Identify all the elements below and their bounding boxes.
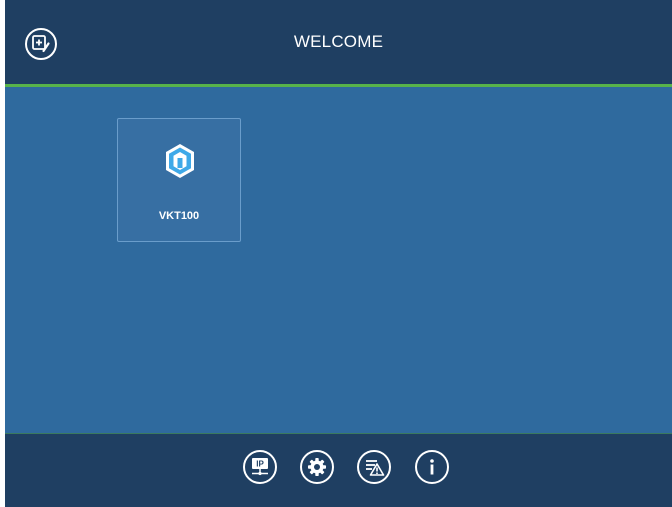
device-label: VKT100 xyxy=(158,210,200,222)
gear-icon xyxy=(308,458,326,476)
device-hexagon-icon xyxy=(166,144,194,178)
info-icon xyxy=(430,459,434,475)
device-card-vkt100[interactable]: VKT100 xyxy=(117,118,241,242)
ip-config-button[interactable]: IP xyxy=(243,450,277,484)
info-button[interactable] xyxy=(415,450,449,484)
alarm-list-icon xyxy=(366,460,385,476)
settings-button[interactable] xyxy=(300,450,334,484)
header-bar: WELCOME xyxy=(5,0,672,84)
footer-toolbar: IP xyxy=(5,434,672,507)
device-area: VKT100 xyxy=(5,87,672,433)
page-title: WELCOME xyxy=(293,32,384,51)
alarm-list-button[interactable] xyxy=(357,450,391,484)
svg-text:IP: IP xyxy=(256,460,264,469)
app-window: WELCOME VKT100 IP xyxy=(5,0,672,507)
ip-config-icon: IP xyxy=(252,458,268,476)
